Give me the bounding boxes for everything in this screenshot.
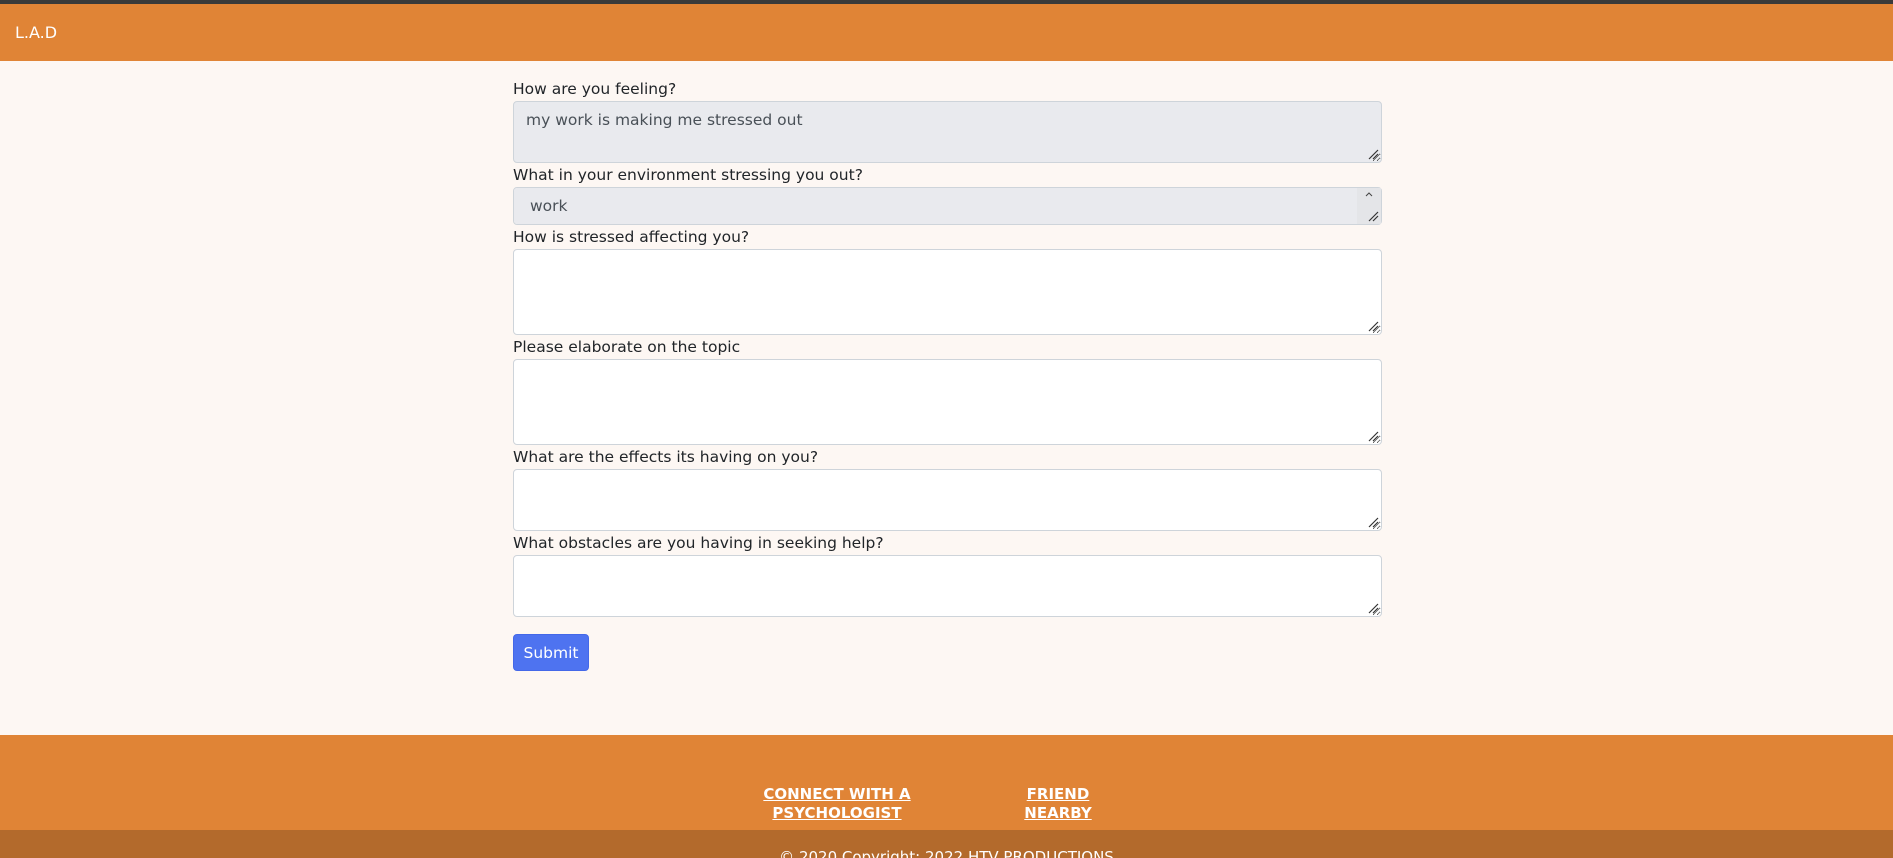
footer: CONNECT WITH A PSYCHOLOGIST FRIEND NEARB… — [0, 735, 1893, 830]
feeling-textarea[interactable]: my work is making me stressed out — [513, 101, 1382, 163]
obstacles-label: What obstacles are you having in seeking… — [513, 534, 884, 552]
friend-nearby-link[interactable]: FRIEND NEARBY — [993, 785, 1123, 823]
textarea-scrollbar[interactable] — [1357, 188, 1381, 224]
submit-button[interactable]: Submit — [513, 634, 589, 671]
affecting-label: How is stressed affecting you? — [513, 228, 750, 246]
effects-field-wrap — [513, 469, 1382, 531]
brand-link[interactable]: L.A.D — [15, 23, 57, 42]
affecting-textarea[interactable] — [513, 249, 1382, 335]
elaborate-textarea[interactable] — [513, 359, 1382, 445]
elaborate-field-wrap — [513, 359, 1382, 445]
environment-field-wrap: work — [513, 187, 1382, 225]
feeling-field-wrap: my work is making me stressed out — [513, 101, 1382, 163]
copyright-bar: © 2020 Copyright: 2022 HTV PRODUCTIONS — [0, 830, 1893, 858]
elaborate-label: Please elaborate on the topic — [513, 338, 741, 356]
copyright-text: © 2020 Copyright: 2022 HTV PRODUCTIONS — [779, 848, 1114, 858]
effects-textarea[interactable] — [513, 469, 1382, 531]
navbar: L.A.D — [0, 4, 1893, 61]
environment-textarea[interactable]: work — [513, 187, 1382, 225]
obstacles-field-wrap — [513, 555, 1382, 617]
feeling-label: How are you feeling? — [513, 80, 677, 98]
connect-psychologist-link[interactable]: CONNECT WITH A PSYCHOLOGIST — [762, 785, 912, 823]
affecting-field-wrap — [513, 249, 1382, 335]
environment-label: What in your environment stressing you o… — [513, 166, 863, 184]
obstacles-textarea[interactable] — [513, 555, 1382, 617]
effects-label: What are the effects its having on you? — [513, 448, 819, 466]
scroll-arrow-icon[interactable] — [1364, 191, 1374, 199]
